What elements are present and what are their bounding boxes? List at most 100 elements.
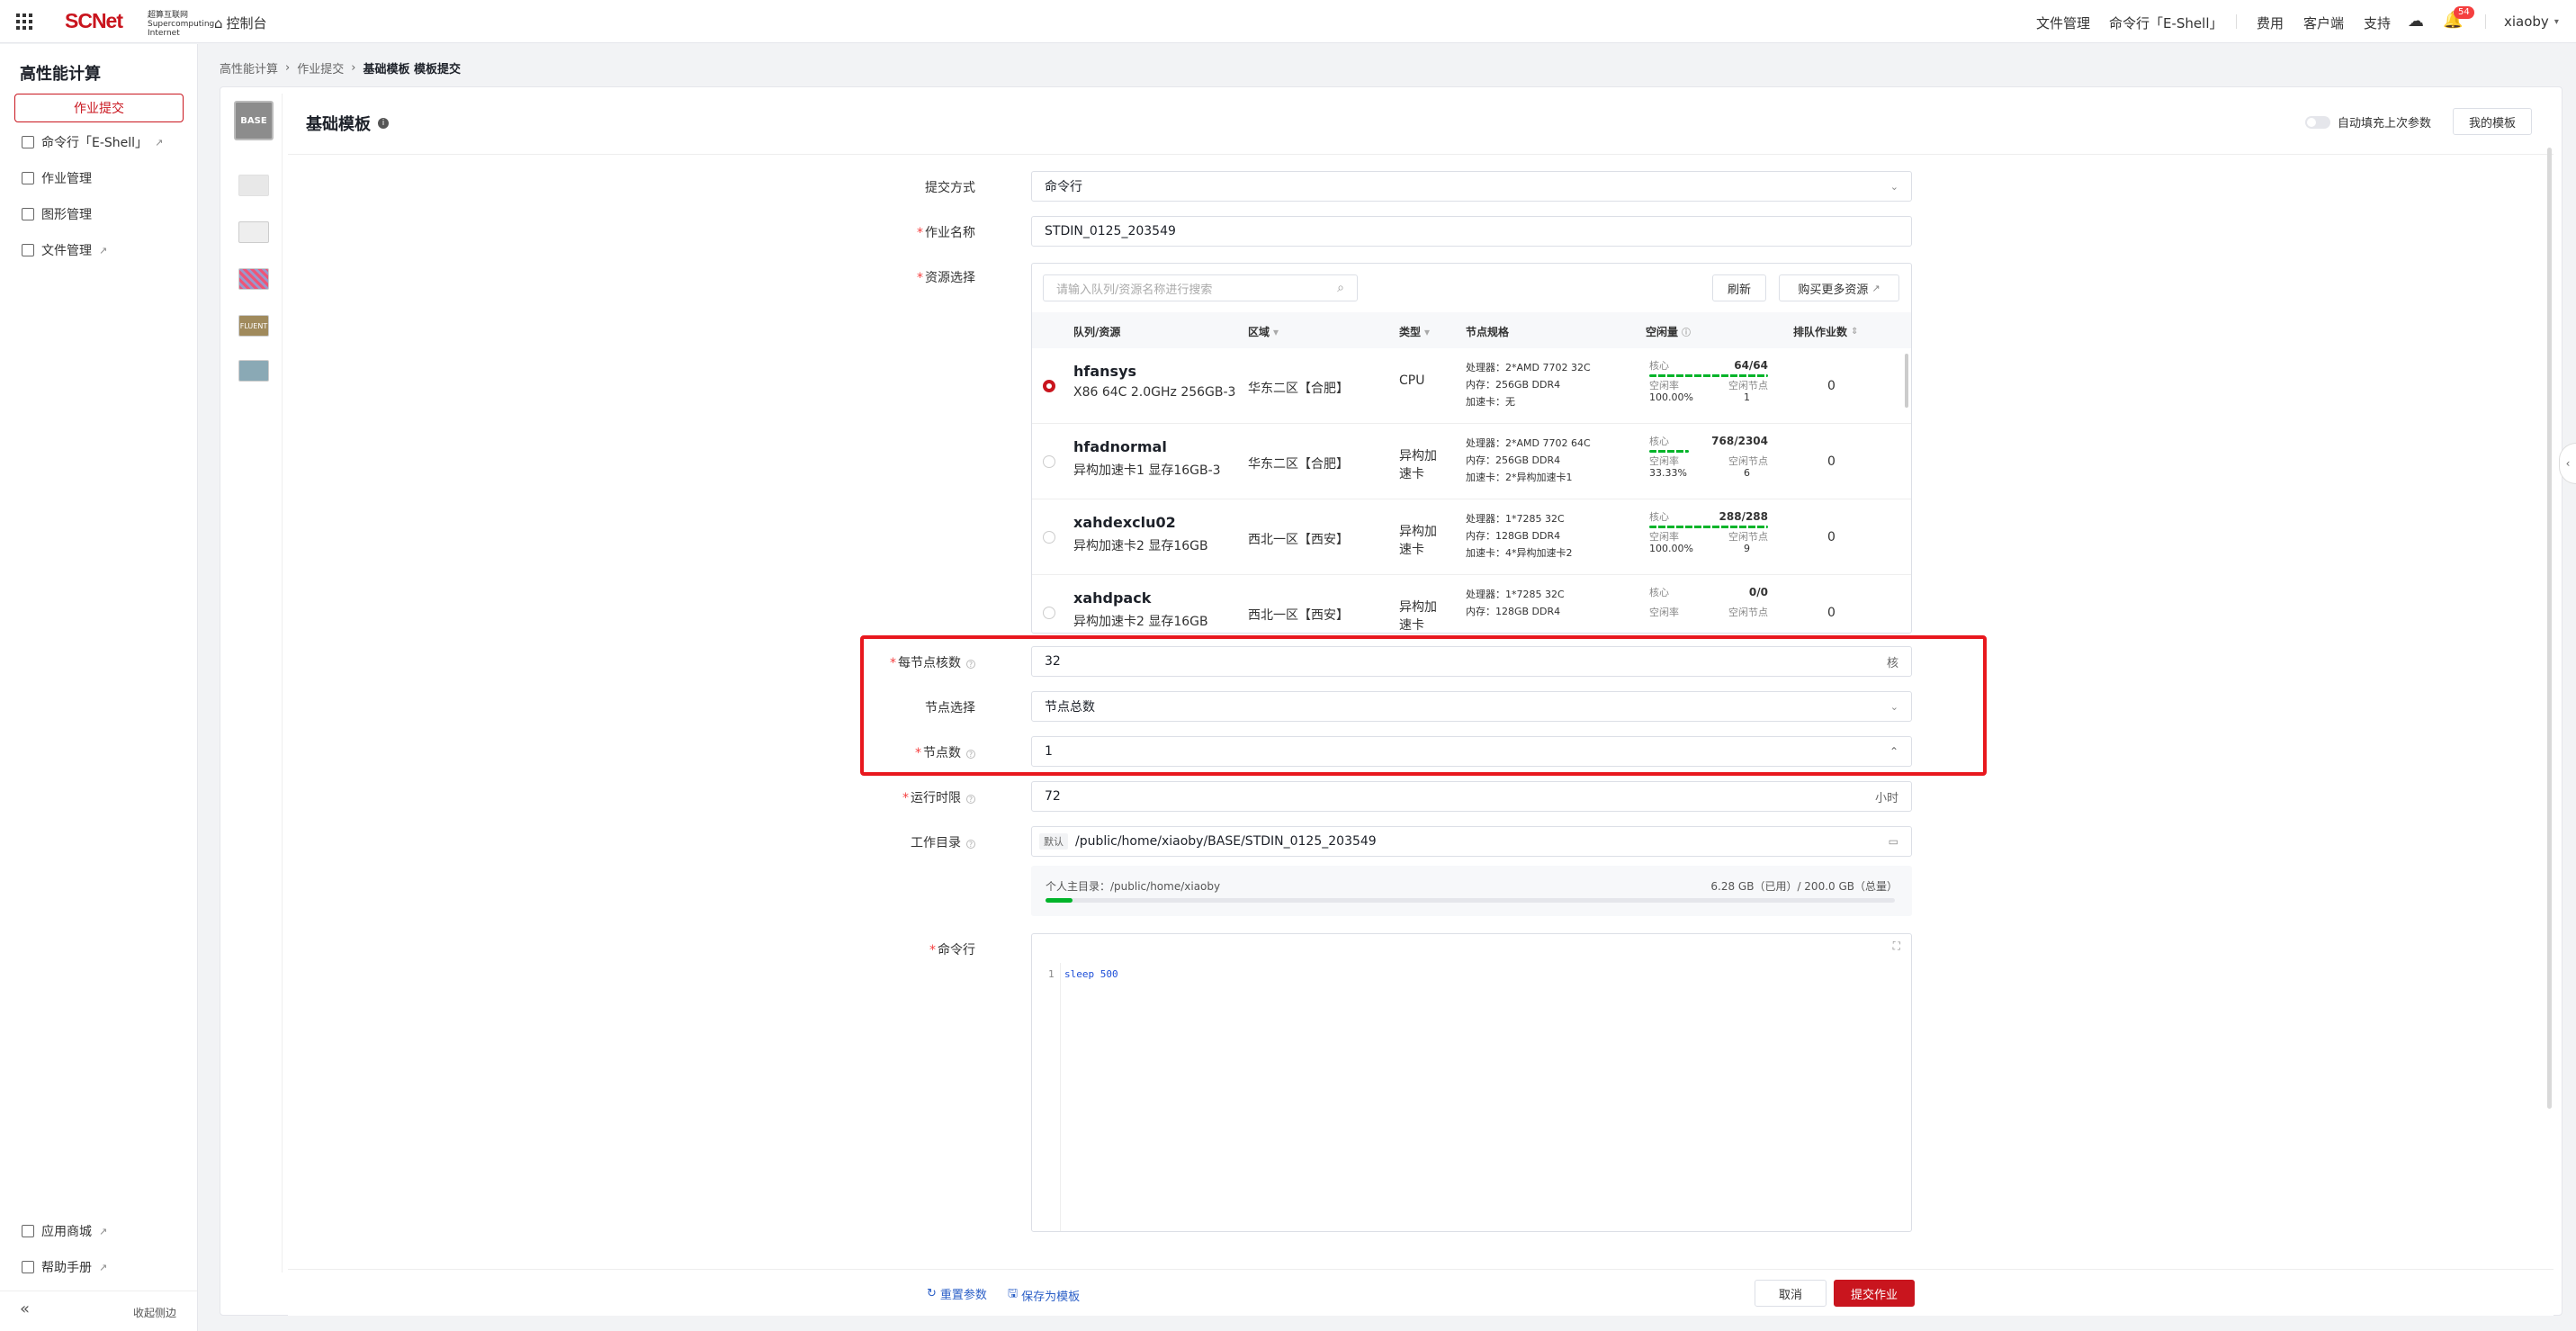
reset-button[interactable]: ↻ 重置参数: [927, 1285, 987, 1302]
info-icon[interactable]: i: [378, 118, 389, 129]
free-capacity: 核心 0/0 空闲率 空闲节点: [1649, 586, 1768, 618]
buy-more-button[interactable]: 购买更多资源 ↗: [1779, 274, 1899, 301]
template-thumb-2[interactable]: [238, 221, 269, 243]
resource-row-xahdexclu02[interactable]: xahdexclu02 异构加速卡2 显存16GB 西北一区【西安】 异构加速卡 处理器…: [1032, 499, 1911, 575]
resource-row-hfadnormal[interactable]: hfadnormal 异构加速卡1 显存16GB-3 华东二区【合肥】 异构加速卡 处理…: [1032, 424, 1911, 499]
help-circle-icon[interactable]: ?: [966, 795, 975, 804]
resource-region: 西北一区【西安】: [1248, 533, 1349, 547]
work-dir-label: 工作目录?: [822, 833, 975, 851]
capacity-bar: [1649, 374, 1768, 377]
queue-jobs: 0: [1827, 379, 1836, 393]
submit-job-button[interactable]: 提交作业: [1834, 1280, 1915, 1307]
resource-type: 异构加速卡: [1399, 525, 1437, 557]
job-name-input[interactable]: STDIN_0125_203549: [1031, 216, 1912, 247]
template-thumb-base[interactable]: BASE: [234, 101, 274, 140]
save-icon: 🖫: [1008, 1287, 1019, 1300]
resource-name: xahdpack: [1073, 589, 1152, 607]
core-label: 核心: [1649, 586, 1669, 598]
folder-icon: [22, 244, 34, 256]
help-circle-icon[interactable]: ?: [966, 840, 975, 849]
header-client[interactable]: 客户端: [2303, 13, 2344, 32]
spec-cpu: 处理器：1*7285 32C: [1466, 513, 1565, 525]
breadcrumb-job-submit[interactable]: 作业提交: [297, 59, 344, 76]
logo[interactable]: SCNet: [65, 9, 123, 33]
submit-mode-select[interactable]: 命令行 ⌄: [1031, 171, 1912, 202]
page-scrollbar[interactable]: [2547, 148, 2552, 1109]
collapse-sidebar-button[interactable]: 收起侧边: [133, 1305, 176, 1320]
cloud-download-icon[interactable]: ☁: [2408, 12, 2424, 31]
command-code[interactable]: sleep 500: [1064, 968, 1118, 980]
sidebar-item-job-manage[interactable]: 作业管理: [22, 169, 92, 187]
template-thumb-fluent[interactable]: FLUENT: [238, 315, 269, 337]
fullscreen-icon[interactable]: ⛶: [1893, 940, 1900, 953]
col-queue-jobs[interactable]: 排队作业数 ⇕: [1793, 324, 1858, 339]
breadcrumb-hpc[interactable]: 高性能计算: [220, 59, 278, 76]
resource-row-xahdpack[interactable]: xahdpack 异构加速卡2 显存16GB 西北一区【西安】 异构加速卡 处理器：1*…: [1032, 575, 1911, 633]
sidebar-item-help[interactable]: 帮助手册 ↗: [22, 1258, 107, 1276]
sidebar-item-graphics[interactable]: 图形管理: [22, 205, 92, 223]
chevron-right-icon: ›: [351, 61, 356, 75]
free-node-label: 空闲节点: [1728, 380, 1768, 391]
double-chevron-left-icon[interactable]: «: [20, 1300, 30, 1318]
folder-open-icon[interactable]: ▭: [1889, 835, 1898, 848]
header-billing[interactable]: 费用: [2257, 13, 2284, 32]
queue-jobs: 0: [1827, 606, 1836, 620]
scrollbar[interactable]: [1905, 354, 1908, 408]
logo-subtitle: 超算互联网 Supercomputing Internet: [148, 11, 215, 38]
sidebar-item-eshell[interactable]: 命令行「E-Shell」 ↗: [22, 133, 163, 151]
resource-region: 华东二区【合肥】: [1248, 382, 1349, 396]
resource-sub: X86 64C 2.0GHz 256GB-3: [1073, 385, 1236, 400]
capacity-bar: [1649, 450, 1689, 453]
submit-mode-label: 提交方式: [925, 181, 975, 195]
spec-acc: 加速卡：2*异构加速卡1: [1466, 472, 1573, 483]
help-circle-icon[interactable]: ⓘ: [1682, 325, 1691, 338]
col-region[interactable]: 区域 ▾: [1248, 324, 1279, 339]
resource-radio[interactable]: [1043, 531, 1055, 544]
breadcrumb: 高性能计算 › 作业提交 › 基础模板 模板提交: [220, 59, 461, 76]
command-editor[interactable]: ⛶ 1 sleep 500: [1031, 933, 1912, 1232]
line-number: 1: [1048, 968, 1055, 980]
refresh-button[interactable]: 刷新: [1712, 274, 1766, 301]
cancel-button[interactable]: 取消: [1755, 1280, 1827, 1307]
col-free: 空闲量 ⓘ: [1646, 325, 1692, 338]
console-link[interactable]: ⌂ 控制台: [214, 13, 267, 32]
resource-sub: 异构加速卡1 显存16GB-3: [1073, 463, 1221, 478]
col-spec: 节点规格: [1466, 326, 1510, 338]
template-thumb-3[interactable]: [238, 268, 269, 290]
store-icon: [22, 1225, 34, 1237]
queue-jobs: 0: [1827, 530, 1836, 544]
resource-row-hfansys[interactable]: hfansys X86 64C 2.0GHz 256GB-3 华东二区【合肥】 CPU…: [1032, 348, 1911, 424]
auto-fill-toggle[interactable]: 自动填充上次参数: [2305, 113, 2431, 130]
external-link-icon: ↗: [99, 244, 108, 256]
template-thumb-5[interactable]: [238, 360, 269, 382]
resource-radio[interactable]: [1043, 380, 1055, 392]
sidebar-item-app-store[interactable]: 应用商城 ↗: [22, 1222, 107, 1240]
idle-rate: 33.33%: [1649, 467, 1687, 479]
spec-acc: 加速卡：无: [1466, 396, 1515, 408]
home-usage-panel: 个人主目录：/public/home/xiaoby 6.28 GB（已用）/ 2…: [1031, 866, 1912, 916]
template-thumb-1[interactable]: [238, 175, 269, 196]
time-limit-input[interactable]: 72 小时: [1031, 781, 1912, 812]
resource-radio[interactable]: [1043, 607, 1055, 619]
resource-radio[interactable]: [1043, 455, 1055, 468]
resource-rows: hfansys X86 64C 2.0GHz 256GB-3 华东二区【合肥】 CPU…: [1032, 348, 1911, 633]
queue-jobs: 0: [1827, 454, 1836, 469]
my-templates-button[interactable]: 我的模板: [2453, 108, 2532, 135]
header-support[interactable]: 支持: [2364, 13, 2391, 32]
external-link-icon: ↗: [1871, 282, 1880, 294]
header-file-manage[interactable]: 文件管理: [2036, 13, 2090, 32]
user-menu[interactable]: xiaoby ▾: [2504, 13, 2559, 30]
free-nodes: 9: [1744, 543, 1750, 554]
free-nodes: 6: [1744, 467, 1750, 479]
col-type[interactable]: 类型 ▾: [1399, 324, 1430, 339]
toggle-switch[interactable]: [2305, 115, 2330, 129]
resource-search-input[interactable]: 请输入队列/资源名称进行搜索 ⌕: [1043, 274, 1358, 301]
filter-icon: ▾: [1424, 325, 1431, 338]
sidebar-item-job-submit[interactable]: 作业提交: [14, 94, 184, 122]
sidebar-item-files[interactable]: 文件管理 ↗: [22, 241, 107, 259]
save-template-button[interactable]: 🖫 保存为模板: [1008, 1285, 1080, 1305]
idle-label: 空闲率: [1649, 380, 1679, 391]
header-eshell[interactable]: 命令行「E-Shell」: [2109, 13, 2222, 32]
work-dir-input[interactable]: 默认 /public/home/xiaoby/BASE/STDIN_0125_2…: [1031, 826, 1912, 857]
app-grid-icon[interactable]: [16, 13, 32, 30]
